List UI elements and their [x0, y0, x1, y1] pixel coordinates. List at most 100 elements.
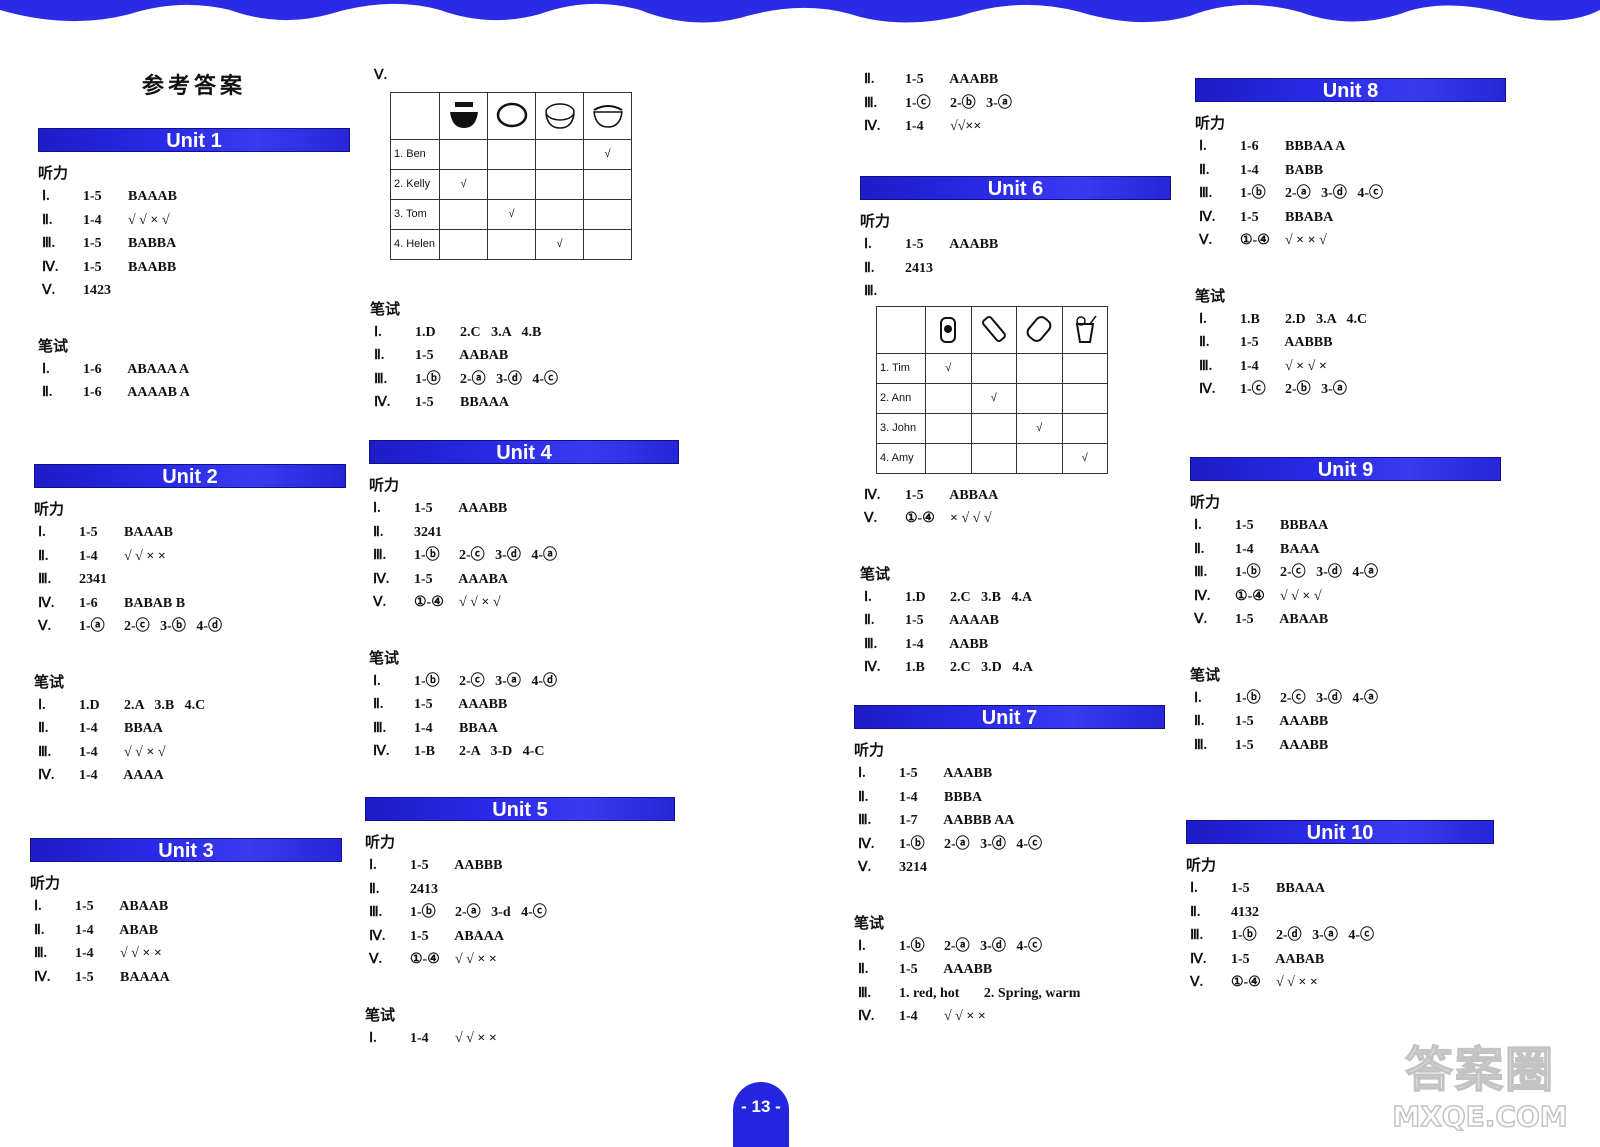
- answer-range: 1-5: [905, 613, 924, 628]
- page-title: 参考答案: [141, 73, 246, 99]
- answer-text: BAAA: [1280, 541, 1320, 557]
- question-number: Ⅴ.: [858, 860, 872, 875]
- answer-text: BBAA: [459, 720, 498, 736]
- bottle-icon: [970, 305, 1017, 354]
- answer-range: 1-5: [410, 858, 429, 873]
- answer-row: Ⅰ. 1-ⓑ 2-ⓒ 3-ⓓ 4-ⓐ: [1190, 687, 1501, 711]
- answer-row: Ⅳ. 1-4 √√××: [860, 115, 1170, 139]
- question-number: Ⅳ.: [373, 571, 390, 587]
- answer-range: ①-④: [410, 952, 440, 967]
- answer-text: AAABB: [943, 962, 993, 977]
- answer-range: 1.B: [905, 660, 925, 675]
- question-number: Ⅲ.: [369, 905, 383, 920]
- question-number: Ⅴ.: [42, 283, 56, 298]
- question-number: Ⅲ.: [1199, 358, 1213, 374]
- answer-text: √ × × √: [1285, 233, 1327, 248]
- answer-text: BBBA: [944, 789, 983, 805]
- answer-range: 1-6: [83, 361, 102, 377]
- question-number: Ⅳ.: [1199, 382, 1216, 397]
- answer-text: 2-ⓒ 3-ⓑ 4-ⓓ: [124, 619, 222, 634]
- answer-row: Ⅱ. 4132: [1186, 901, 1494, 925]
- answer-text: BAAAB: [124, 525, 174, 540]
- answer-row: Ⅱ. 1-5 AAABB: [860, 68, 1170, 92]
- question-number: Ⅱ.: [864, 72, 875, 87]
- question-number: Ⅴ.: [1194, 612, 1208, 627]
- answer-text: BBAAA: [1276, 881, 1326, 896]
- writing-label: 笔试: [860, 564, 891, 583]
- question-number: Ⅱ.: [373, 524, 384, 540]
- answer-range: 1-5: [414, 571, 433, 587]
- answer-text: √√××: [950, 119, 982, 134]
- answer-row: Ⅴ. ①-④ × √ √ √: [860, 507, 1171, 531]
- question-number: Ⅰ.: [1199, 139, 1207, 154]
- unit-header: Unit 3: [30, 838, 342, 862]
- answer-range: 1-ⓑ: [415, 371, 441, 387]
- writing-label: 笔试: [1190, 665, 1221, 684]
- answer-list: Ⅰ. 1.D 2.C 3.A 4.B Ⅱ. 1-5 AABAB Ⅲ. 1-ⓑ 2-ⓐ…: [370, 321, 680, 415]
- answer-text: AAAAB: [949, 613, 1000, 628]
- answer-range: 1-6: [83, 385, 102, 400]
- answer-row: Ⅰ. 1.D 2.C 3.B 4.A: [860, 586, 1171, 610]
- answer-text: √ √ × ×: [120, 946, 162, 961]
- unit-header: Unit 6: [860, 176, 1171, 200]
- answer-range: 1-ⓑ: [899, 938, 925, 954]
- writing-label: 笔试: [38, 336, 69, 355]
- question-number: Ⅲ.: [864, 284, 878, 299]
- answer-row: Ⅴ.: [374, 68, 388, 83]
- answer-row: Ⅱ. 1-4 ABAB: [30, 919, 342, 943]
- unit-6: Unit 6 听力 Ⅰ. 1-5 AAABB Ⅱ. 2413 Ⅲ. 1. Tim √…: [860, 176, 1171, 680]
- unit-10: Unit 10 听力 Ⅰ. 1-5 BBAAA Ⅱ. 4132 Ⅲ. 1-ⓑ 2-…: [1186, 820, 1494, 995]
- noodles-bowl-icon: [439, 91, 488, 140]
- question-number: Ⅱ.: [369, 881, 380, 897]
- soup-bowl-icon: [583, 91, 632, 140]
- answer-range: 1-ⓒ: [1240, 382, 1266, 397]
- unit-4: Unit 4 听力 Ⅰ. 1-5 AAABB Ⅱ. 3241 Ⅲ. 1-ⓑ 2-ⓒ…: [369, 440, 679, 764]
- answer-list: Ⅰ. 1.D 2.A 3.B 4.C Ⅱ. 1-4 BBAA Ⅲ. 1-4 √ √ …: [34, 694, 346, 788]
- question-number: Ⅲ.: [858, 813, 872, 828]
- question-number: Ⅱ.: [1194, 541, 1205, 557]
- answer-row: Ⅳ. ①-④ √ √ × √: [1190, 585, 1501, 609]
- answer-text: √ √ × ×: [124, 548, 166, 564]
- question-number: Ⅰ.: [38, 697, 46, 713]
- question-number: Ⅱ.: [858, 789, 869, 805]
- answer-range: 1-4: [414, 720, 433, 736]
- answer-text: BABB: [1285, 162, 1324, 178]
- answer-range: 1-5: [905, 487, 924, 503]
- answer-row: Ⅳ. 1-B 2-A 3-D 4-C: [369, 740, 679, 764]
- answer-list: Ⅰ. 1-5 BBAAA Ⅱ. 4132 Ⅲ. 1-ⓑ 2-ⓓ 3-ⓐ 4-ⓒ Ⅳ.…: [1186, 877, 1494, 995]
- answer-row: Ⅰ. 1-6 BBBAA A: [1195, 135, 1506, 159]
- question-number: Ⅲ.: [374, 371, 388, 387]
- answer-text: AAABB: [943, 766, 993, 781]
- answer-list: Ⅱ. 1-5 AAABB Ⅲ. 1-ⓒ 2-ⓑ 3-ⓐ Ⅳ. 1-4 √√××: [860, 68, 1170, 139]
- answer-text: ABBAA: [949, 487, 999, 503]
- answer-text: AAABA: [458, 571, 509, 587]
- unit-1-continued: Ⅴ. 1. Ben √ 2. Kelly √ 3. Tom √ 4. Helen √ 笔…: [370, 64, 680, 415]
- question-number: Ⅲ.: [1194, 565, 1208, 580]
- answer-text: ABAAB: [119, 899, 169, 914]
- answer-text: 2-ⓐ 3-d 4-ⓒ: [455, 905, 547, 920]
- answer-row: Ⅳ. 1-5 AABAB: [1186, 948, 1494, 972]
- question-number: Ⅰ.: [42, 361, 50, 377]
- answer-text: AABBB AA: [943, 813, 1015, 828]
- answer-text: 2-ⓒ 3-ⓓ 4-ⓐ: [459, 548, 557, 563]
- answer-text: BBAA: [124, 721, 163, 736]
- answer-range: 1-5: [1235, 737, 1254, 753]
- question-number: Ⅲ.: [858, 985, 872, 1001]
- writing-label: 笔试: [369, 648, 400, 667]
- answer-range: 1-ⓑ: [414, 673, 440, 689]
- answer-text: AABBB: [1284, 335, 1333, 350]
- question-number: Ⅳ.: [374, 395, 391, 410]
- answer-text: BAAAA: [120, 969, 170, 985]
- answer-text: 2. Spring, warm: [966, 985, 1081, 1001]
- listening-label: 听力: [365, 833, 396, 851]
- answer-list: Ⅰ. 1-ⓑ 2-ⓐ 3-ⓓ 4-ⓒ Ⅱ. 1-5 AAABB Ⅲ. 1. red,…: [854, 935, 1165, 1029]
- answer-range: 1-5: [414, 501, 433, 516]
- question-number: Ⅱ.: [1199, 162, 1210, 178]
- question-number: Ⅱ.: [38, 548, 49, 564]
- answer-row: Ⅲ. 1-5 AAABB: [1190, 734, 1501, 758]
- answer-range: 1-5: [1235, 714, 1254, 729]
- answer-range: 1-5: [905, 237, 924, 252]
- answer-text: ABAAA: [454, 928, 505, 944]
- listening-label: 听力: [1195, 114, 1226, 132]
- answer-range: 1-4: [905, 119, 924, 134]
